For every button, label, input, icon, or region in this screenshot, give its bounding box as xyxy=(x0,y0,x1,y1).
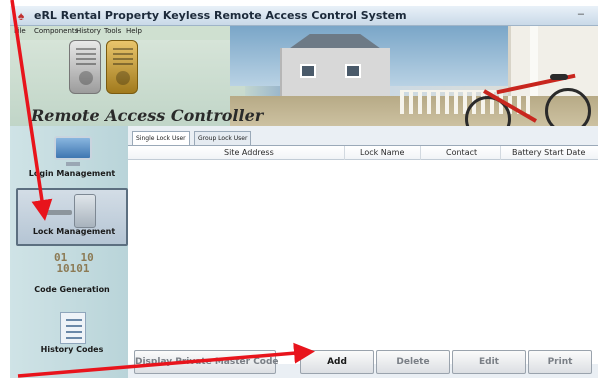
banner-window xyxy=(345,64,361,78)
column-lock-name[interactable]: Lock Name xyxy=(360,148,404,157)
silver-keypad-lock-icon xyxy=(69,40,101,94)
lock-user-table[interactable]: Site Address Lock Name Contact Battery S… xyxy=(128,145,598,364)
column-separator xyxy=(500,146,501,160)
menu-components[interactable]: Components xyxy=(34,27,78,35)
column-separator xyxy=(420,146,421,160)
door-lock-icon xyxy=(74,194,96,228)
menu-tools[interactable]: Tools xyxy=(104,27,121,35)
print-button[interactable]: Print xyxy=(528,350,592,374)
document-icon xyxy=(60,312,86,344)
column-separator xyxy=(344,146,345,160)
sidebar-item-login-management[interactable]: Login Management xyxy=(16,132,128,190)
menu-history[interactable]: History xyxy=(76,27,101,35)
display-private-master-code-button[interactable]: Display Private Master Code xyxy=(134,350,279,374)
sidebar-item-label: History Codes xyxy=(40,345,104,354)
sidebar-item-label: Login Management xyxy=(28,169,116,178)
table-header: Site Address Lock Name Contact Battery S… xyxy=(128,146,598,160)
gold-keypad-lock-icon xyxy=(106,40,138,94)
banner-house xyxy=(280,48,390,100)
app-icon: ♠ xyxy=(17,9,25,23)
door-handle xyxy=(42,210,72,215)
edit-button[interactable]: Edit xyxy=(452,350,526,374)
sidebar-item-code-generation[interactable]: 01 10 10101 Code Generation xyxy=(16,248,128,306)
code-icon: 01 10 10101 xyxy=(54,251,94,275)
sidebar-item-lock-management[interactable]: Lock Management xyxy=(16,188,128,246)
delete-button[interactable]: Delete xyxy=(376,350,450,374)
column-contact[interactable]: Contact xyxy=(446,148,477,157)
add-button[interactable]: Add xyxy=(300,350,374,374)
menu-bar: File Components History Tools Help xyxy=(10,26,240,40)
bicycle-seat xyxy=(550,74,568,80)
banner-window xyxy=(300,64,316,78)
menu-help[interactable]: Help xyxy=(126,27,142,35)
column-site-address[interactable]: Site Address xyxy=(224,148,274,157)
menu-file[interactable]: File xyxy=(14,27,26,35)
sidebar-item-label: Code Generation xyxy=(34,285,110,294)
sidebar: Login Management Lock Management 01 10 1… xyxy=(10,126,128,378)
monitor-icon xyxy=(54,136,92,160)
minimize-button[interactable]: – xyxy=(578,8,584,20)
window-title-bar: ♠ eRL Rental Property Keyless Remote Acc… xyxy=(10,6,598,26)
main-panel: Single Lock User Group Lock User Site Ad… xyxy=(128,126,598,378)
column-battery-start-date[interactable]: Battery Start Date xyxy=(512,148,585,157)
sidebar-item-label: Lock Management xyxy=(32,227,116,236)
sidebar-item-history-codes[interactable]: History Codes xyxy=(16,308,128,366)
window-title: eRL Rental Property Keyless Remote Acces… xyxy=(34,9,407,22)
tab-single-lock-user[interactable]: Single Lock User xyxy=(132,131,190,146)
app-logo-text: Remote Access Controller xyxy=(31,106,264,125)
tab-group-lock-user[interactable]: Group Lock User xyxy=(194,131,252,145)
monitor-stand xyxy=(66,162,80,166)
